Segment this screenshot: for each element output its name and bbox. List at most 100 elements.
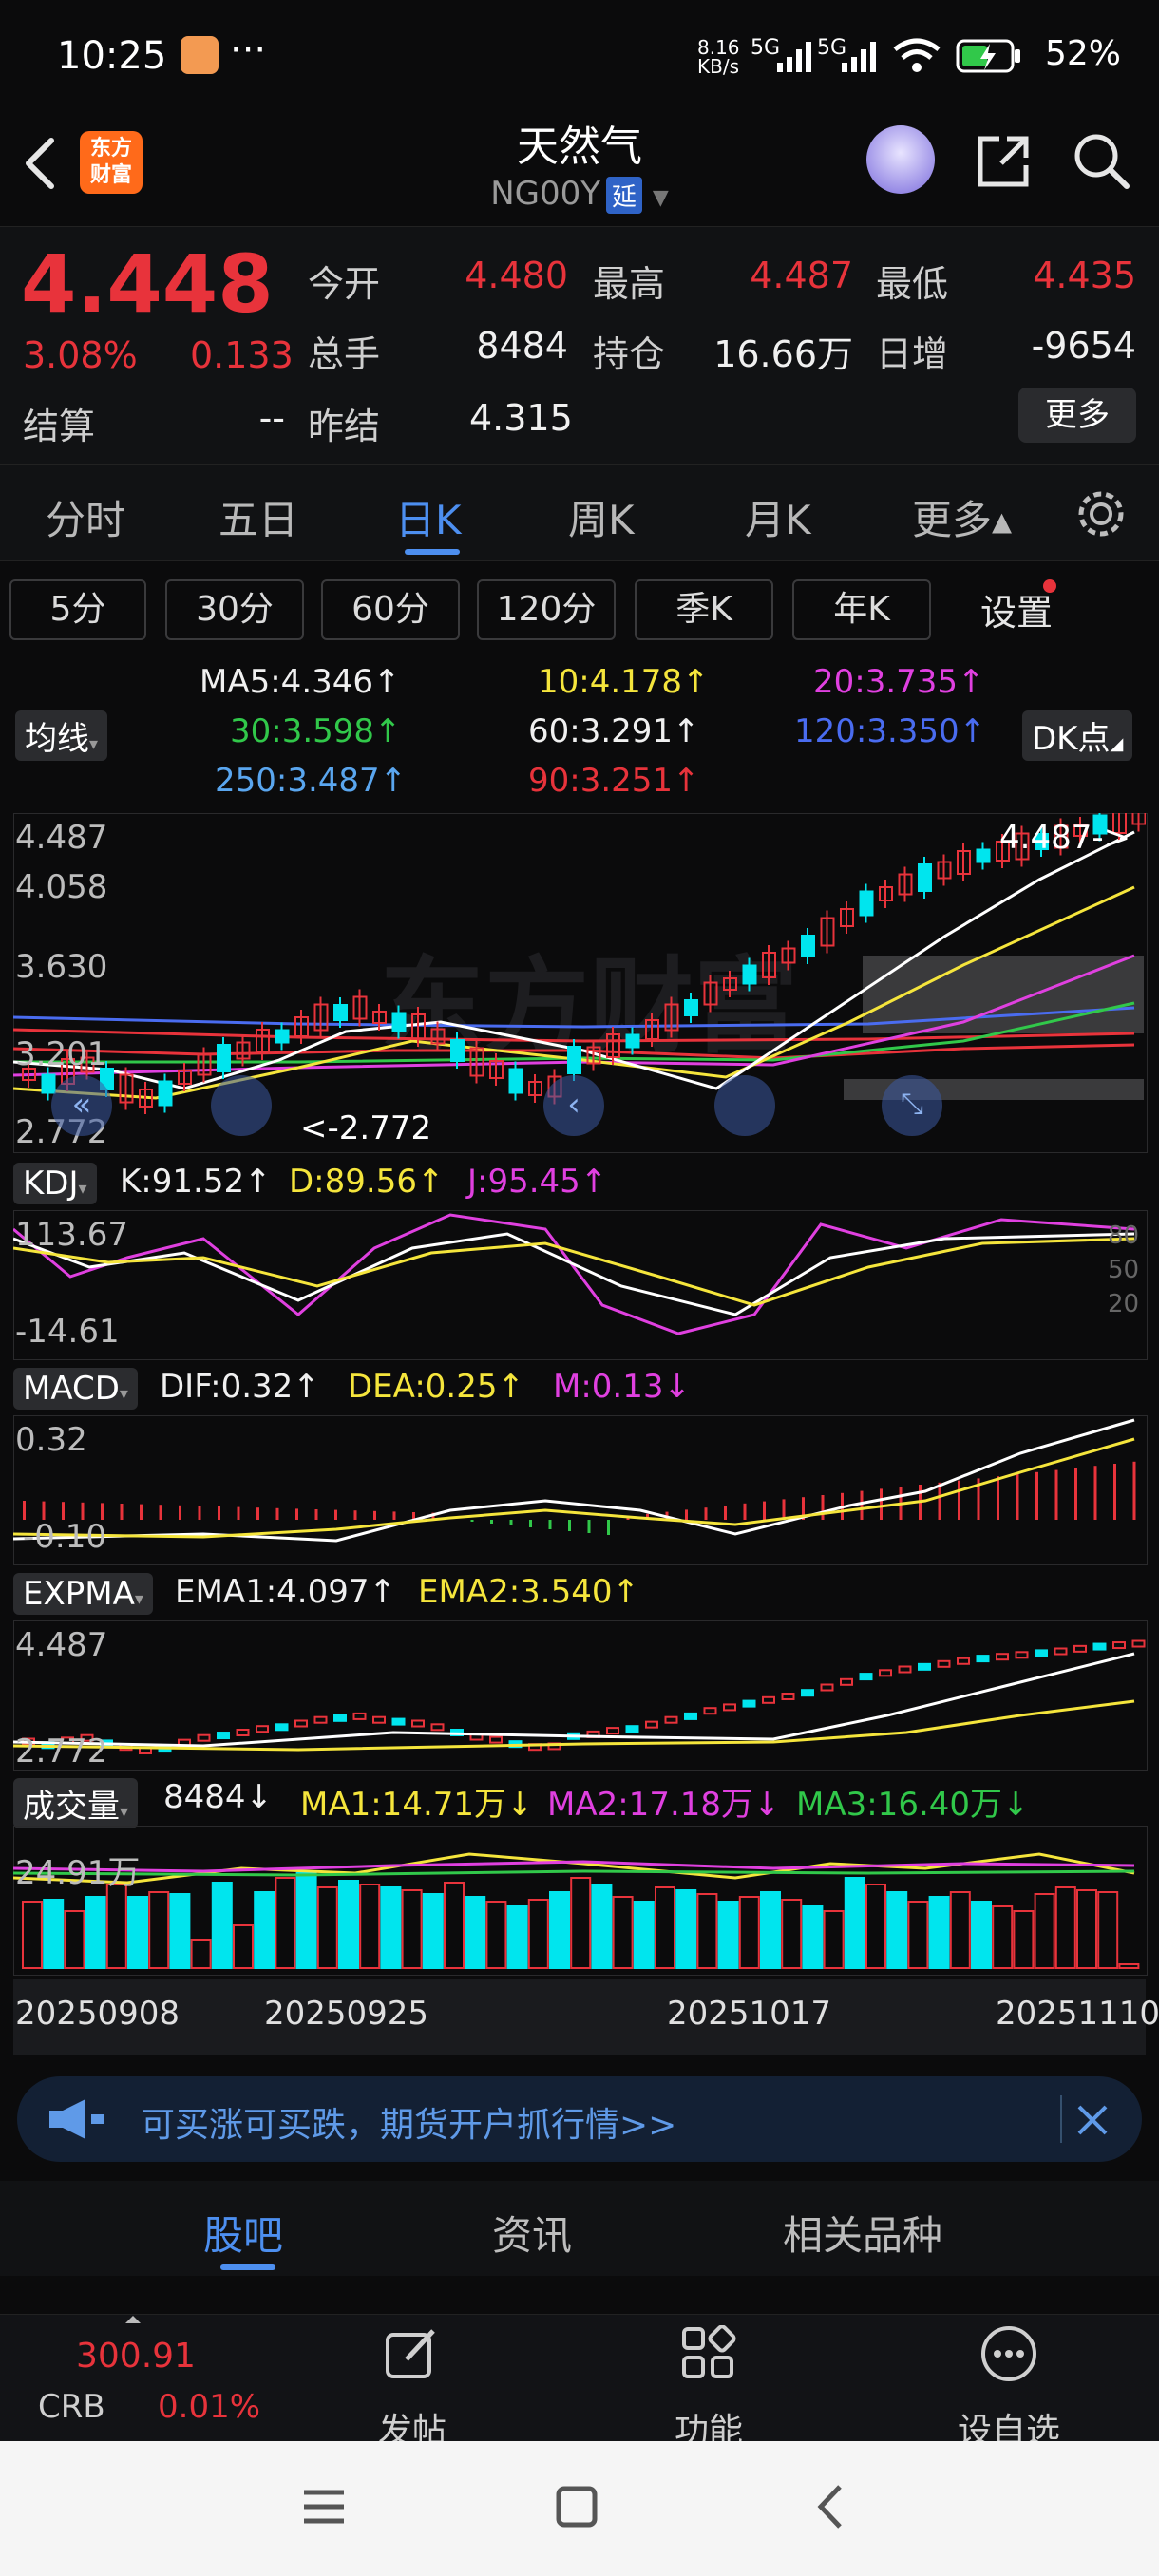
tab-related[interactable]: 相关品种 — [783, 2204, 942, 2262]
tab-weekly-k[interactable]: 周K — [568, 488, 635, 546]
macd-bar — [470, 1520, 474, 1522]
expma-candle-body — [762, 1695, 775, 1704]
volume-bar — [465, 1896, 486, 1969]
period-5min-button[interactable]: 5分 — [10, 579, 146, 640]
macd-bar — [1093, 1466, 1097, 1520]
fullscreen-icon[interactable]: ⤡ — [882, 1075, 942, 1136]
share-icon[interactable] — [973, 131, 1034, 192]
candle-body — [801, 935, 815, 957]
post-edit-icon[interactable] — [384, 2325, 441, 2382]
tab-five-day[interactable]: 五日 — [218, 488, 298, 546]
more-circle-icon[interactable] — [978, 2323, 1039, 2384]
promo-banner[interactable]: 可买涨可买跌，期货开户抓行情>> — [17, 2076, 1142, 2162]
crb-toggle-icon[interactable] — [125, 2316, 141, 2323]
macd-bar — [938, 1482, 941, 1520]
close-icon[interactable] — [1074, 2101, 1112, 2139]
expma-candle-body — [684, 1712, 697, 1720]
macd-bar — [237, 1506, 240, 1520]
gear-icon[interactable] — [1074, 486, 1129, 541]
volume-bar — [717, 1901, 739, 1969]
reset-icon[interactable] — [714, 1075, 775, 1136]
volume-bar — [401, 1889, 423, 1969]
macd-bar — [860, 1490, 864, 1520]
macd-dea-value: DEA:0.25↑ — [348, 1368, 524, 1406]
macd-bar — [314, 1509, 318, 1520]
search-icon[interactable] — [1070, 129, 1132, 192]
volume-label: 总手 — [308, 333, 381, 375]
macd-bar — [276, 1507, 279, 1520]
volume-bar — [655, 1886, 675, 1969]
robot-assistant-icon[interactable] — [866, 125, 935, 194]
ma5-label: MA5:4.346↑ — [200, 663, 401, 701]
period-60min-button[interactable]: 60分 — [321, 579, 460, 640]
macd-bar — [353, 1510, 357, 1520]
tab-monthly-k[interactable]: 月K — [745, 488, 811, 546]
period-quarter-k-button[interactable]: 季K — [635, 579, 773, 640]
home-icon[interactable] — [555, 2485, 598, 2529]
expma-candle-body — [606, 1727, 619, 1735]
volume-bar — [886, 1891, 908, 1969]
kdj-j-value: J:95.45↑ — [467, 1163, 608, 1201]
volume-bar — [971, 1901, 992, 1969]
open-label: 今开 — [308, 263, 381, 305]
high-value: 4.487 — [750, 255, 853, 296]
dk-point-select[interactable]: DK点◢ — [1022, 710, 1133, 761]
volume-current: 8484↓ — [163, 1778, 274, 1816]
expma-candle-body — [352, 1712, 367, 1720]
more-quote-button[interactable]: 更多 — [1018, 388, 1136, 443]
volume-bar — [254, 1891, 276, 1969]
period-30min-button[interactable]: 30分 — [165, 579, 304, 640]
macd-indicator-select[interactable]: MACD▾ — [13, 1368, 138, 1410]
tab-more[interactable]: 更多▴ — [912, 488, 1012, 546]
tab-intraday[interactable]: 分时 — [46, 488, 125, 546]
expma-candle-body — [1054, 1647, 1068, 1656]
grid-function-icon[interactable] — [680, 2325, 737, 2382]
kdj-d-line — [13, 1237, 1135, 1307]
ma120-label: 120:3.350↑ — [794, 712, 987, 750]
volume-bar — [1054, 1886, 1076, 1969]
ma-indicator-select[interactable]: 均线▾ — [15, 710, 108, 761]
expma-candle-body — [314, 1715, 328, 1724]
macd-bar — [958, 1480, 960, 1520]
expma-candle-body — [781, 1693, 795, 1700]
zoom-out-left-icon[interactable]: « — [51, 1075, 112, 1136]
volume-bar — [127, 1896, 148, 1969]
tab-forum[interactable]: 股吧 — [203, 2204, 283, 2262]
period-year-k-button[interactable]: 年K — [792, 579, 931, 640]
volume-bar — [591, 1884, 613, 1969]
zoom-out-icon[interactable] — [211, 1075, 272, 1136]
settle-value: -- — [258, 397, 285, 439]
tab-daily-k[interactable]: 日K — [395, 488, 462, 546]
macd-axis-bottom: -0.10 — [23, 1518, 106, 1556]
expma-candle-body — [236, 1729, 250, 1736]
macd-bar — [704, 1507, 708, 1520]
expma-candle-body — [976, 1655, 990, 1663]
signal-icon — [777, 42, 811, 72]
kdj-caret-icon: ▾ — [78, 1179, 87, 1199]
period-120min-button[interactable]: 120分 — [477, 579, 616, 640]
macd-axis-top: 0.32 — [15, 1421, 87, 1459]
macd-bar — [179, 1505, 181, 1520]
chart-settings-button[interactable]: 设置 — [980, 583, 1053, 635]
volume-pill-label: 成交量 — [23, 1788, 120, 1826]
candle-body — [158, 1080, 173, 1107]
candle-body — [742, 964, 757, 985]
system-back-icon[interactable] — [811, 2481, 849, 2532]
macd-bar — [724, 1506, 727, 1520]
prev-settle-value: 4.315 — [469, 397, 573, 439]
macd-bar — [743, 1503, 747, 1520]
tab-news[interactable]: 资讯 — [492, 2204, 572, 2262]
ma120-line — [13, 1006, 1135, 1029]
expma-indicator-select[interactable]: EXPMA▾ — [13, 1573, 153, 1615]
kdj-indicator-select[interactable]: KDJ▾ — [13, 1163, 97, 1204]
volume-bars — [22, 1872, 1140, 1969]
scroll-left-icon[interactable]: ‹ — [543, 1075, 604, 1136]
expma-candle-body — [1015, 1651, 1029, 1659]
signal1-label: 5G — [750, 36, 781, 60]
macd-dif-value: DIF:0.32↑ — [160, 1368, 320, 1406]
volume-bar — [190, 1939, 212, 1969]
macd-bar — [1036, 1471, 1038, 1520]
volume-indicator-select[interactable]: 成交量▾ — [13, 1778, 139, 1828]
menu-icon[interactable] — [302, 2485, 346, 2529]
macd-m-value: M:0.13↓ — [553, 1368, 691, 1406]
